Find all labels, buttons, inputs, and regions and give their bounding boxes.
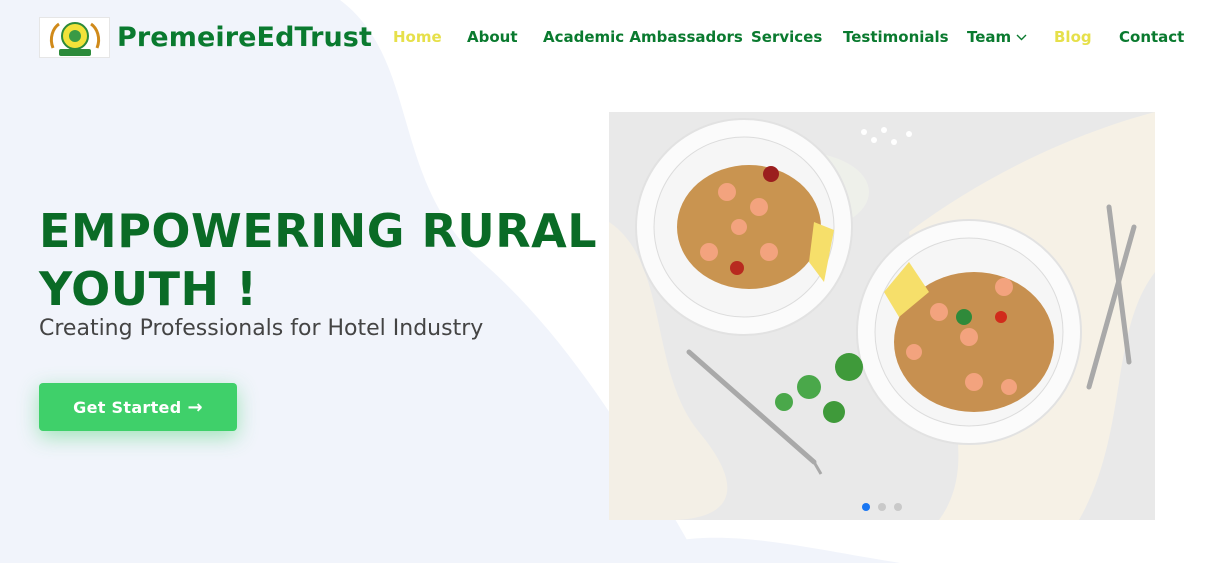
chevron-down-icon bbox=[1016, 34, 1027, 41]
main-nav: Home About Academic Ambassadors Services… bbox=[0, 28, 1225, 48]
hero-image-slider[interactable] bbox=[609, 112, 1155, 520]
nav-item-contact[interactable]: Contact bbox=[1119, 28, 1184, 46]
nav-item-team[interactable]: Team bbox=[967, 28, 1027, 46]
slider-dots bbox=[862, 503, 910, 511]
site-header: PremeireEdTrust Home About Academic Amba… bbox=[0, 0, 1225, 76]
food-photo-image bbox=[609, 112, 1155, 520]
hero-title: EMPOWERING RURAL YOUTH ! bbox=[39, 204, 598, 316]
hero-subtitle: Creating Professionals for Hotel Industr… bbox=[39, 316, 484, 341]
nav-item-blog[interactable]: Blog bbox=[1054, 28, 1092, 46]
slider-dot-2[interactable] bbox=[878, 503, 886, 511]
nav-item-about[interactable]: About bbox=[467, 28, 518, 46]
nav-item-services[interactable]: Services bbox=[751, 28, 822, 46]
get-started-label: Get Started bbox=[73, 397, 182, 417]
nav-item-home[interactable]: Home bbox=[393, 28, 442, 46]
slider-dot-1[interactable] bbox=[862, 503, 870, 511]
slider-dot-3[interactable] bbox=[894, 503, 902, 511]
nav-item-testimonials[interactable]: Testimonials bbox=[843, 28, 949, 46]
nav-item-team-label: Team bbox=[967, 28, 1012, 46]
nav-item-academic-ambassadors[interactable]: Academic Ambassadors bbox=[543, 28, 743, 46]
get-started-button[interactable]: Get Started → bbox=[39, 383, 237, 431]
arrow-right-icon: → bbox=[187, 396, 203, 418]
